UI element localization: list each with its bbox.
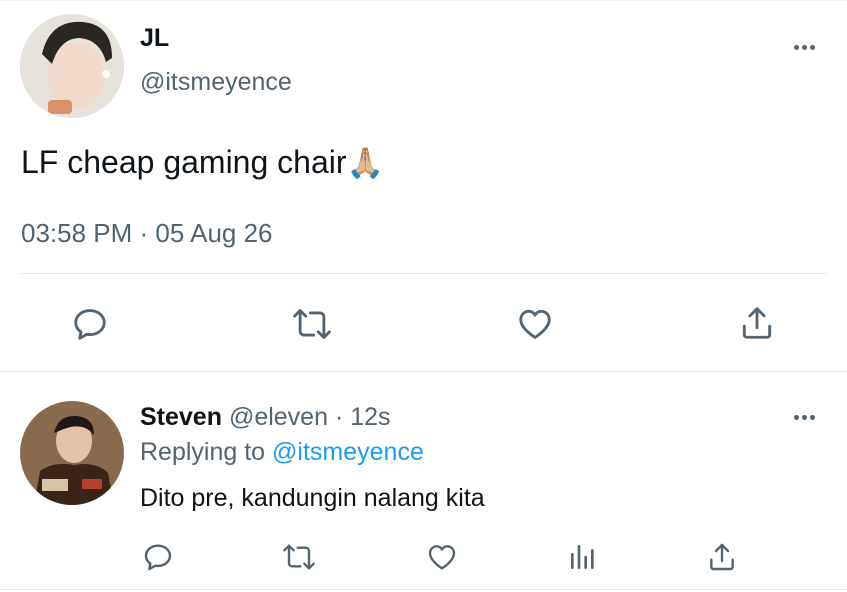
reply-reply-icon[interactable]: [142, 541, 174, 573]
reply-text: Dito pre, kandungin nalang kita: [140, 484, 485, 512]
retweet-icon[interactable]: [291, 305, 333, 343]
section-divider: [0, 371, 847, 372]
reply-display-name[interactable]: Steven: [140, 403, 222, 431]
reply-icon[interactable]: [71, 305, 109, 343]
tweet-body: LF cheap gaming chair: [21, 144, 347, 180]
folded-hands-emoji: 🙏🏼: [346, 147, 384, 180]
reply-more-icon[interactable]: [794, 415, 815, 420]
share-icon[interactable]: [738, 303, 776, 343]
tweet-text: LF cheap gaming chair🙏🏼: [21, 144, 384, 181]
timestamp[interactable]: 03:58 PM · 05 Aug 26: [21, 218, 273, 249]
more-icon[interactable]: [794, 45, 815, 50]
reply-avatar[interactable]: [20, 401, 124, 505]
reply-separator: ·: [334, 403, 344, 431]
reply-share-icon[interactable]: [706, 540, 738, 574]
reply-retweet-icon[interactable]: [281, 541, 317, 573]
reply-time[interactable]: 12s: [350, 403, 390, 431]
top-border: [0, 0, 847, 1]
handle[interactable]: @itsmeyence: [140, 68, 292, 97]
replying-handle-link[interactable]: @itsmeyence: [272, 438, 424, 466]
reply-heart-icon[interactable]: [425, 541, 459, 573]
reply-handle[interactable]: @eleven: [229, 403, 328, 431]
reply-header: Steven @eleven · 12s: [140, 403, 391, 432]
replying-to: Replying to @itsmeyence: [140, 438, 424, 467]
avatar[interactable]: [20, 14, 124, 118]
divider: [20, 273, 827, 274]
display-name[interactable]: JL: [140, 24, 169, 53]
bottom-divider: [0, 589, 847, 590]
analytics-icon[interactable]: [567, 541, 599, 573]
replying-prefix: Replying to: [140, 438, 266, 466]
heart-icon[interactable]: [515, 305, 555, 343]
